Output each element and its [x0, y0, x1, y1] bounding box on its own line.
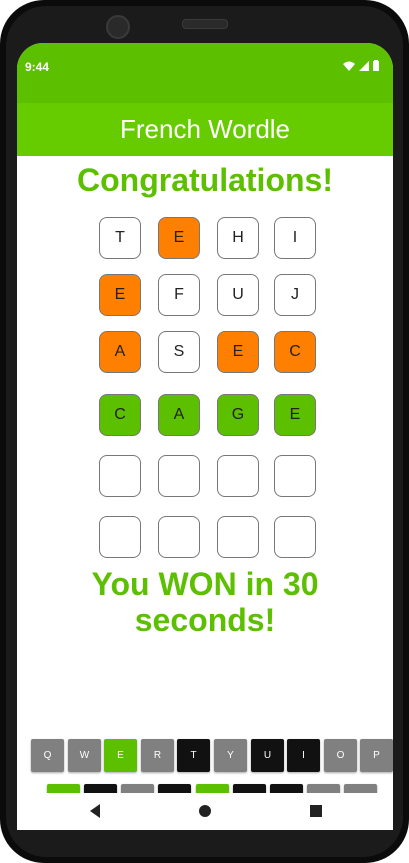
key-p[interactable]: P [360, 739, 393, 772]
key-t[interactable]: T [177, 739, 210, 772]
grid-row [99, 455, 319, 497]
signal-icon [359, 60, 369, 71]
status-time: 9:44 [25, 60, 50, 74]
letter-tile: G [217, 394, 259, 436]
letter-tile [158, 516, 200, 558]
earpiece-speaker [182, 19, 228, 29]
key-q[interactable]: Q [31, 739, 64, 772]
back-icon[interactable] [85, 801, 105, 821]
letter-tile [217, 516, 259, 558]
letter-tile: S [158, 331, 200, 373]
wifi-icon [343, 61, 355, 71]
letter-tile [274, 516, 316, 558]
letter-tile: E [158, 217, 200, 259]
app-title: French Wordle [119, 114, 291, 144]
letter-tile: E [217, 331, 259, 373]
app-bar: French Wordle [17, 103, 393, 156]
navigation-bar [17, 793, 393, 830]
grid-row [99, 516, 319, 558]
letter-tile: J [274, 274, 316, 316]
congratulations-header: Congratulations! [77, 162, 333, 198]
recents-icon[interactable] [306, 801, 326, 821]
key-r[interactable]: R [141, 739, 174, 772]
status-bar: 9:44 [17, 43, 393, 103]
key-o[interactable]: O [324, 739, 357, 772]
home-icon[interactable] [195, 801, 215, 821]
letter-tile: A [99, 331, 141, 373]
result-message: You WON in 30 seconds! [91, 566, 319, 638]
phone-frame: 9:44 French Wordle Congratulations! TEHI… [0, 0, 409, 863]
letter-tile: E [274, 394, 316, 436]
letter-tile [99, 516, 141, 558]
grid-row: CAGE [99, 394, 319, 436]
battery-icon [373, 60, 379, 71]
letter-tile: U [217, 274, 259, 316]
grid-row: TEHI [99, 217, 319, 259]
grid-row: EFUJ [99, 274, 319, 316]
key-w[interactable]: W [68, 739, 101, 772]
status-icons [343, 60, 379, 71]
grid-row: ASEC [99, 331, 319, 373]
letter-tile [274, 455, 316, 497]
letter-tile: E [99, 274, 141, 316]
letter-tile: F [158, 274, 200, 316]
letter-tile [158, 455, 200, 497]
letter-tile: T [99, 217, 141, 259]
letter-tile: H [217, 217, 259, 259]
key-i[interactable]: I [287, 739, 320, 772]
letter-tile: I [274, 217, 316, 259]
game-content: Congratulations! TEHIEFUJASECCAGE You WO… [17, 156, 393, 817]
letter-tile: A [158, 394, 200, 436]
letter-tile [217, 455, 259, 497]
letter-tile: C [274, 331, 316, 373]
letter-tile: C [99, 394, 141, 436]
screen: 9:44 French Wordle Congratulations! TEHI… [17, 43, 393, 830]
key-y[interactable]: Y [214, 739, 247, 772]
front-camera [106, 15, 130, 39]
letter-tile [99, 455, 141, 497]
key-u[interactable]: U [251, 739, 284, 772]
key-e[interactable]: E [104, 739, 137, 772]
